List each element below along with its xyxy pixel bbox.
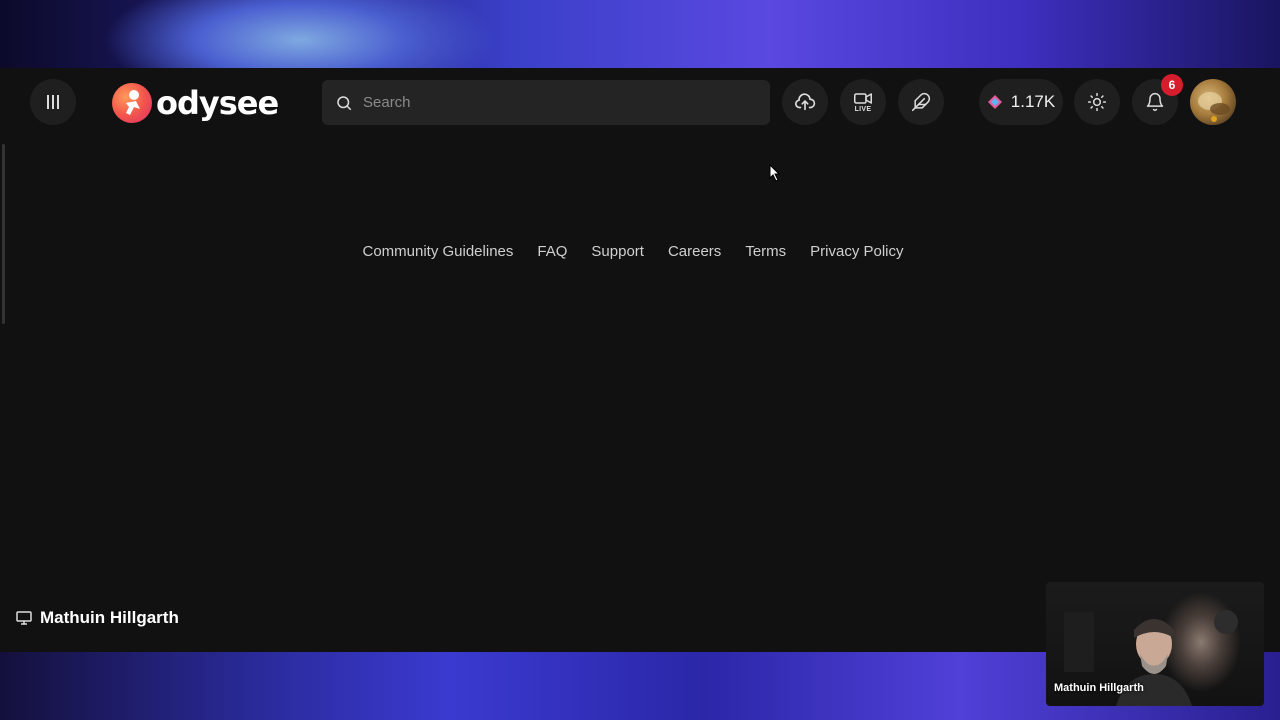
privacy-policy-link[interactable]: Privacy Policy — [810, 243, 903, 260]
community-guidelines-link[interactable]: Community Guidelines — [362, 243, 513, 260]
credits-balance: 1.17K — [1010, 92, 1056, 111]
webcam-overlay: Mathuin Hillgarth — [1046, 582, 1264, 706]
theme-toggle-button[interactable] — [1074, 79, 1120, 125]
browser-viewport: odysee LIVE — [0, 68, 1280, 652]
search-bar[interactable] — [322, 80, 770, 125]
menu-icon — [47, 95, 59, 109]
careers-link[interactable]: Careers — [668, 243, 721, 260]
bell-icon — [1146, 92, 1164, 112]
site-header: odysee LIVE — [0, 68, 1280, 138]
terms-link[interactable]: Terms — [745, 243, 786, 260]
odysee-logo[interactable]: odysee — [112, 82, 279, 124]
scrollbar[interactable] — [2, 144, 5, 324]
brand-name: odysee — [156, 84, 279, 122]
user-avatar[interactable] — [1190, 79, 1236, 125]
monitor-icon — [16, 611, 32, 625]
support-link[interactable]: Support — [591, 243, 644, 260]
sidebar-menu-button[interactable] — [30, 79, 76, 125]
credits-wallet-button[interactable]: 1.17K — [979, 79, 1063, 125]
search-icon — [337, 95, 352, 110]
screen-share-label: Mathuin Hillgarth — [16, 608, 179, 628]
search-input[interactable] — [363, 94, 743, 111]
create-post-button[interactable] — [898, 79, 944, 125]
sun-icon — [1087, 92, 1107, 112]
avatar-image — [1198, 92, 1230, 122]
live-label: LIVE — [854, 105, 872, 113]
footer-links: Community Guidelines FAQ Support Careers… — [0, 243, 1266, 260]
video-camera-icon — [854, 92, 872, 104]
presenter-name: Mathuin Hillgarth — [40, 608, 179, 627]
webcam-name-label: Mathuin Hillgarth — [1054, 682, 1144, 694]
desktop-background-top — [0, 0, 1280, 68]
cloud-upload-icon — [795, 93, 816, 111]
credits-icon — [987, 95, 1002, 109]
odysee-logo-icon — [112, 83, 152, 123]
feather-icon — [911, 92, 931, 112]
mouse-cursor-icon — [769, 164, 781, 182]
faq-link[interactable]: FAQ — [537, 243, 567, 260]
notification-count-badge: 6 — [1161, 74, 1183, 96]
go-live-button[interactable]: LIVE — [840, 79, 886, 125]
upload-button[interactable] — [782, 79, 828, 125]
